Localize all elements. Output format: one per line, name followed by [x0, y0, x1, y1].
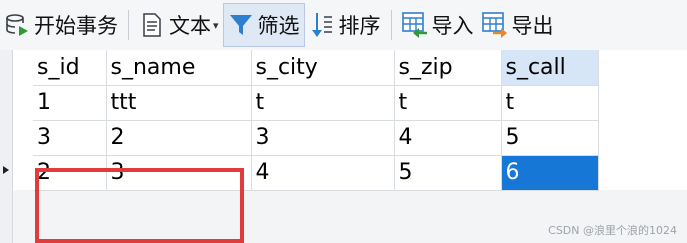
column-header-s-call[interactable]: s_call — [501, 50, 599, 86]
column-header-s-name[interactable]: s_name — [106, 50, 252, 86]
cell-s-id[interactable]: 2 — [33, 155, 107, 191]
watermark: CSDN @浪里个浪的1024 — [548, 224, 677, 237]
cell-s-city[interactable]: 4 — [251, 155, 395, 191]
filter-label: 筛选 — [257, 14, 300, 38]
begin-transaction-label: 开始事务 — [34, 14, 118, 38]
toolbar-separator — [128, 10, 129, 40]
selected-cell-s-call[interactable]: 6 — [501, 155, 599, 191]
export-table-icon — [481, 12, 508, 38]
cell-s-city[interactable]: 3 — [251, 120, 395, 156]
import-table-icon — [401, 12, 428, 38]
begin-transaction-button[interactable]: 开始事务 — [0, 3, 122, 47]
cell-s-name[interactable]: ttt — [106, 85, 252, 121]
import-label: 导入 — [431, 14, 474, 38]
chevron-down-icon: ▾ — [213, 18, 219, 32]
text-document-icon — [139, 12, 165, 38]
cell-s-zip[interactable]: t — [394, 85, 502, 121]
text-label: 文本 — [169, 14, 211, 38]
filter-funnel-icon — [228, 12, 254, 38]
toolbar-separator — [390, 10, 392, 40]
column-header-s-id[interactable]: s_id — [33, 50, 107, 86]
import-button[interactable]: 导入 — [398, 3, 478, 47]
database-transaction-icon — [4, 12, 30, 38]
cell-s-name[interactable]: 2 — [106, 120, 252, 156]
cell-s-zip[interactable]: 5 — [394, 155, 502, 191]
table-row[interactable]: 2 3 4 5 6 — [33, 155, 599, 191]
cell-s-zip[interactable]: 4 — [394, 120, 502, 156]
text-button[interactable]: 文本 ▾ — [135, 3, 223, 47]
filter-button[interactable]: 筛选 — [222, 3, 305, 47]
data-grid: s_id s_name s_city s_zip s_call 1 ttt t … — [0, 50, 687, 243]
current-row-marker-icon — [3, 166, 9, 174]
toolbar: 开始事务 文本 ▾ 筛选 排序 导入 导出 — [0, 0, 687, 50]
cell-s-id[interactable]: 3 — [33, 120, 107, 156]
sort-arrows-icon — [309, 12, 335, 38]
cell-s-call[interactable]: t — [501, 85, 599, 121]
column-header-s-zip[interactable]: s_zip — [394, 50, 502, 86]
cell-s-name[interactable]: 3 — [106, 155, 252, 191]
table-row[interactable]: 1 ttt t t t — [33, 85, 599, 121]
cell-s-id[interactable]: 1 — [33, 85, 107, 121]
data-table: s_id s_name s_city s_zip s_call 1 ttt t … — [33, 50, 599, 191]
table-row[interactable]: 3 2 3 4 5 — [33, 120, 599, 156]
sort-label: 排序 — [338, 14, 381, 38]
export-button[interactable]: 导出 — [478, 3, 558, 47]
row-indicator-column — [0, 50, 13, 243]
column-header-s-city[interactable]: s_city — [251, 50, 395, 86]
cell-s-city[interactable]: t — [251, 85, 395, 121]
sort-button[interactable]: 排序 — [305, 3, 385, 47]
header-row: s_id s_name s_city s_zip s_call — [33, 50, 599, 86]
export-label: 导出 — [511, 14, 554, 38]
cell-s-call[interactable]: 5 — [501, 120, 599, 156]
